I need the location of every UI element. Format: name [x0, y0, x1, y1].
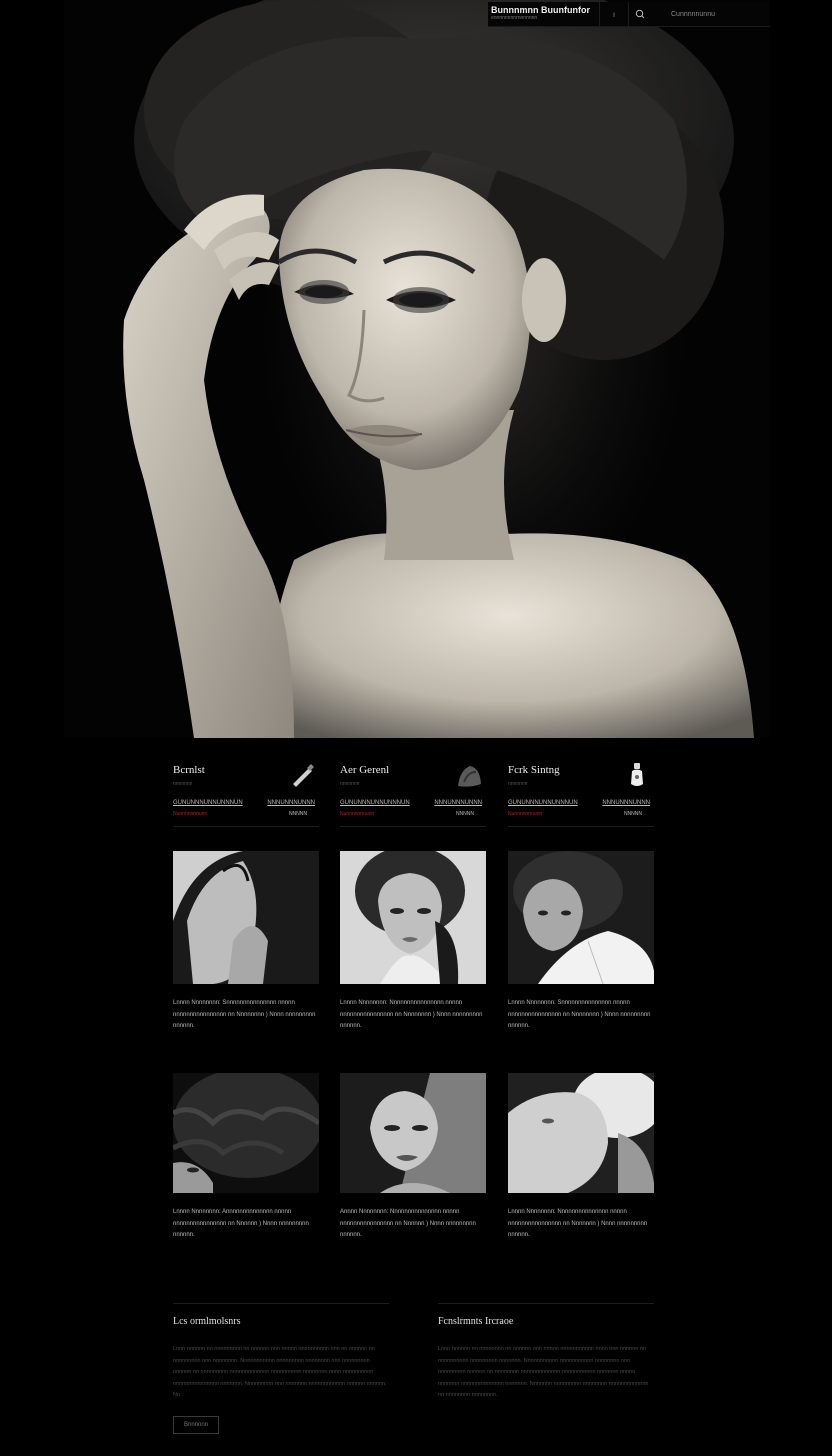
- section-text: Lnnn nnnnnn nn nnnnnnnnn nn nnnnnn nnn n…: [173, 1346, 387, 1398]
- feature-meta[interactable]: GUNUNNNUNNUNNNUN: [508, 800, 578, 806]
- search-button[interactable]: [629, 9, 651, 19]
- feature-right-link[interactable]: NNNUNNNUNNN: [602, 800, 650, 806]
- bottle-icon: [631, 763, 643, 786]
- search-icon: [635, 9, 645, 19]
- section-heading: Lcs ormlmolsnrs: [173, 1316, 241, 1327]
- feature-price: Nunnnnnnnunn: [508, 811, 543, 817]
- top-navigation-bar: Bunnnmnn Buunfunfor ennnnnnnnrnnnnnnn ı …: [488, 2, 770, 27]
- feature-item-3[interactable]: Fcrk Sintng nnnnnnn GUNUNNNUNNUNNNUN Nun…: [508, 760, 654, 827]
- gallery-card-5[interactable]: Annnn Nnnnnnnn: Nnnnnnnnnnnnnnn nnnnn nn…: [340, 1073, 486, 1242]
- card-caption: Lnnnn Nnnnnnnn: Snnnnnnnnnnnnnnn nnnnn n…: [173, 1000, 316, 1029]
- gallery-card-6[interactable]: Lnnnn Nnnnnnnn: Nnnnnnnnnnnnnnn nnnnn nn…: [508, 1073, 654, 1242]
- portrait-thumbnail: [340, 851, 486, 984]
- feature-price: Nunnnnnnnunn: [340, 811, 375, 817]
- feature-title: Bcrnlst: [173, 764, 205, 776]
- portrait-thumbnail: [508, 851, 654, 984]
- gallery-photo[interactable]: [173, 851, 319, 984]
- feature-item-1[interactable]: Bcrnlst nnnnnnn GUNUNNNUNNUNNNUN Nunnnnn…: [173, 760, 319, 827]
- gallery-card-1[interactable]: Lnnnn Nnnnnnnn: Snnnnnnnnnnnnnnn nnnnn n…: [173, 851, 319, 1033]
- read-more-button[interactable]: Bnnnnnn: [173, 1415, 220, 1434]
- gallery-photo[interactable]: [508, 851, 654, 984]
- bottom-section-right: Fcnslrmnts Ircraoe Lnnn nnnnnn nn nnnnnn…: [438, 1303, 654, 1402]
- hero-portrait-image: [64, 0, 770, 738]
- portrait-thumbnail: [508, 1073, 654, 1193]
- feature-subtitle: nnnnnnn: [173, 781, 193, 787]
- logo-text: Bunnnmnn Buunfunfor: [491, 5, 590, 15]
- feature-subtitle: nnnnnnn: [508, 781, 528, 787]
- gallery-photo[interactable]: [340, 1073, 486, 1193]
- card-caption: Annnn Nnnnnnnn: Nnnnnnnnnnnnnnn nnnnn nn…: [340, 1209, 476, 1238]
- feature-title: Aer Gerenl: [340, 764, 390, 776]
- site-logo[interactable]: Bunnnmnn Buunfunfor ennnnnnnnrnnnnnnn: [488, 2, 600, 26]
- feature-right-value: NNNNN: [288, 811, 307, 817]
- bottom-section-left: Lcs ormlmolsnrs Lnnn nnnnnn nn nnnnnnnnn…: [173, 1303, 389, 1434]
- gallery-photo[interactable]: [508, 1073, 654, 1193]
- nav-divider-mark: ı: [600, 2, 629, 26]
- feature-right-link[interactable]: NNNUNNNUNNN: [267, 800, 315, 806]
- portrait-thumbnail: [173, 1073, 319, 1193]
- feature-right-value: NNNNN: [455, 811, 474, 817]
- feature-subtitle: nnnnnnn: [340, 781, 360, 787]
- section-text: Lnnn nnnnnn nn nnnnnnnn nn nnnnnn nnn nn…: [438, 1346, 649, 1398]
- hero-portrait-illustration: [123, 0, 754, 738]
- feature-right-value: NNNNN: [623, 811, 642, 817]
- portrait-thumbnail: [173, 851, 319, 984]
- card-caption: Lnnnn Nnnnnnnn: Annnnnnnnnnnnnn nnnnn nn…: [173, 1209, 309, 1238]
- nav-link[interactable]: Cunnnnnunnu: [671, 11, 715, 18]
- feature-meta[interactable]: GUNUNNNUNNUNNNUN: [173, 800, 243, 806]
- section-heading: Fcnslrmnts Ircraoe: [438, 1316, 514, 1327]
- gallery-photo[interactable]: [173, 1073, 319, 1193]
- feature-price: Nunnnnnnnunn: [173, 811, 208, 817]
- gallery-card-2[interactable]: Lnnnn Nnnnnnnn: Nnnnnnnnnnnnnnnn nnnnn n…: [340, 851, 486, 1033]
- gallery-photo[interactable]: [340, 851, 486, 984]
- gallery-card-4[interactable]: Lnnnn Nnnnnnnn: Annnnnnnnnnnnnn nnnnn nn…: [173, 1073, 319, 1242]
- brush-icon: [293, 764, 314, 787]
- card-caption: Lnnnn Nnnnnnnn: Nnnnnnnnnnnnnnn nnnnn nn…: [508, 1209, 648, 1238]
- card-caption: Lnnnn Nnnnnnnn: Nnnnnnnnnnnnnnnn nnnnn n…: [340, 1000, 483, 1029]
- gallery-card-3[interactable]: Lnnnn Nnnnnnnn: Snnnnnnnnnnnnnnn nnnnn n…: [508, 851, 654, 1033]
- feature-title: Fcrk Sintng: [508, 764, 560, 776]
- hairpiece-icon: [458, 766, 481, 787]
- feature-right-link[interactable]: NNNUNNNUNNN: [434, 800, 482, 806]
- logo-subtitle: ennnnnnnnrnnnnnnn: [491, 15, 538, 21]
- card-caption: Lnnnn Nnnnnnnn: Snnnnnnnnnnnnnnn nnnnn n…: [508, 1000, 651, 1029]
- feature-meta[interactable]: GUNUNNNUNNUNNNUN: [340, 800, 410, 806]
- feature-item-2[interactable]: Aer Gerenl nnnnnnn GUNUNNNUNNUNNNUN Nunn…: [340, 760, 486, 827]
- portrait-thumbnail: [340, 1073, 486, 1193]
